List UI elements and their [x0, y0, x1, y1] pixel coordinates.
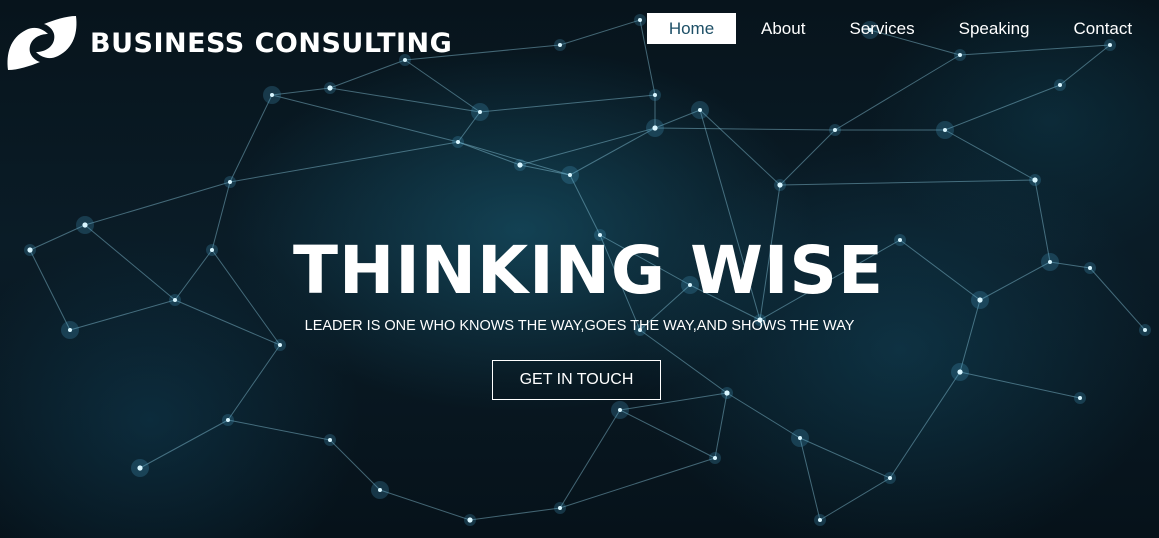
nav-item-contact[interactable]: Contact — [1052, 13, 1155, 44]
network-node — [137, 465, 143, 471]
network-line — [329, 87, 481, 113]
network-node — [713, 456, 717, 460]
network-line — [819, 477, 891, 521]
network-node — [328, 438, 332, 442]
network-node — [638, 18, 642, 22]
network-line — [779, 179, 1036, 186]
network-node — [1078, 396, 1082, 400]
network-line — [229, 94, 273, 183]
network-node — [558, 506, 562, 510]
network-line — [834, 54, 961, 131]
network-line — [457, 141, 571, 176]
swirl-arrows-logo-icon — [7, 16, 77, 70]
network-line — [959, 371, 1081, 399]
network-line — [379, 489, 471, 521]
hero-headline: THINKING WISE — [292, 232, 885, 309]
network-node — [558, 43, 562, 47]
network-node — [226, 418, 230, 422]
network-line — [799, 437, 821, 521]
network-line — [726, 392, 801, 439]
network-node — [278, 343, 282, 347]
hero-section: BUSINESS CONSULTING Home About Services … — [0, 0, 1159, 538]
network-node — [618, 408, 622, 412]
network-line — [944, 129, 1036, 181]
network-node — [568, 173, 572, 177]
network-line — [559, 19, 641, 46]
network-line — [457, 141, 521, 166]
network-node — [467, 517, 473, 523]
network-line — [519, 127, 656, 166]
network-line — [1059, 44, 1111, 86]
network-node — [943, 128, 947, 132]
network-node — [327, 85, 333, 91]
brand-logo[interactable]: BUSINESS CONSULTING — [4, 12, 452, 74]
nav-item-speaking[interactable]: Speaking — [937, 13, 1052, 44]
network-node — [1032, 177, 1038, 183]
network-node — [228, 180, 232, 184]
nav-item-services[interactable]: Services — [827, 13, 936, 44]
network-line — [227, 344, 281, 421]
network-node — [456, 140, 460, 144]
network-line — [227, 419, 331, 441]
network-line — [654, 127, 836, 131]
brand-name: BUSINESS CONSULTING — [90, 27, 453, 59]
network-line — [619, 409, 716, 459]
network-node — [270, 93, 274, 97]
network-line — [889, 371, 961, 479]
network-line — [699, 109, 781, 186]
network-line — [84, 181, 231, 226]
network-node — [833, 128, 837, 132]
network-line — [779, 129, 836, 186]
network-node — [517, 162, 523, 168]
network-line — [944, 84, 1061, 131]
nav-item-home[interactable]: Home — [647, 13, 736, 44]
network-line — [139, 419, 229, 469]
network-node — [798, 436, 802, 440]
nav-item-about[interactable]: About — [739, 13, 827, 44]
network-line — [569, 127, 656, 176]
get-in-touch-button[interactable]: GET IN TOUCH — [492, 360, 661, 400]
network-line — [714, 392, 728, 459]
network-line — [959, 44, 1111, 56]
network-node — [958, 53, 962, 57]
network-node — [724, 390, 730, 396]
network-line — [559, 457, 716, 509]
network-line — [799, 437, 891, 479]
network-node — [698, 108, 702, 112]
network-line — [559, 409, 621, 509]
network-node — [378, 488, 382, 492]
network-line — [469, 507, 561, 521]
network-node — [888, 476, 892, 480]
network-line — [329, 439, 381, 491]
network-line — [271, 94, 459, 143]
network-node — [653, 93, 657, 97]
network-node — [478, 110, 482, 114]
network-line — [479, 94, 656, 113]
main-navigation: Home About Services Speaking Contact — [647, 13, 1154, 44]
network-line — [229, 141, 459, 183]
network-node — [818, 518, 822, 522]
network-node — [777, 182, 783, 188]
network-node — [1058, 83, 1062, 87]
network-node — [957, 369, 963, 375]
hero-tagline: LEADER IS ONE WHO KNOWS THE WAY,GOES THE… — [304, 318, 855, 334]
network-node — [652, 125, 658, 131]
